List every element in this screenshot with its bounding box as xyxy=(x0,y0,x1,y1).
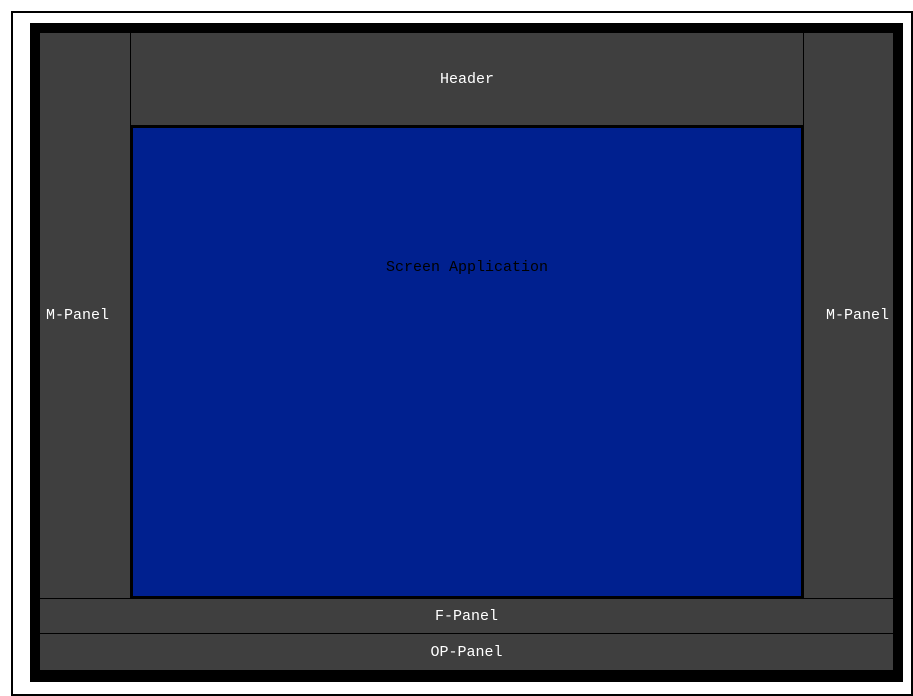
m-panel-right-label: M-Panel xyxy=(825,307,889,324)
screen-application-area: Screen Application xyxy=(131,126,803,598)
header-panel: Header xyxy=(131,33,803,125)
m-panel-left-label: M-Panel xyxy=(46,307,110,324)
op-panel-label: OP-Panel xyxy=(430,643,503,661)
f-panel: F-Panel xyxy=(40,599,893,633)
header-label: Header xyxy=(439,70,494,88)
m-panel-left: M-Panel xyxy=(40,33,130,598)
f-panel-label: F-Panel xyxy=(434,607,498,625)
screen-application-label: Screen Application xyxy=(385,259,549,276)
op-panel: OP-Panel xyxy=(40,634,893,670)
m-panel-right: M-Panel xyxy=(804,33,893,598)
